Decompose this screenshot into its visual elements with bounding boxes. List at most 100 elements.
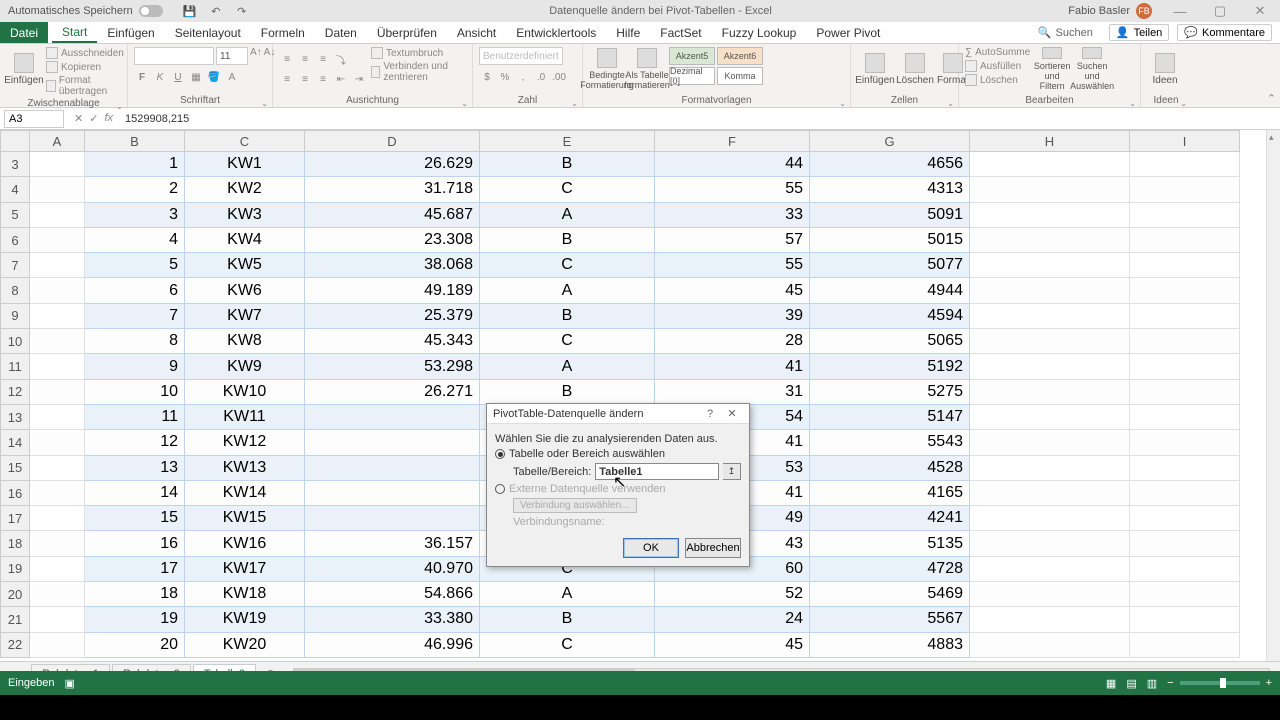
macro-record-icon[interactable]: ▣ (65, 677, 75, 690)
row-header[interactable]: 21 (0, 607, 30, 632)
cell[interactable]: KW14 (185, 481, 305, 506)
cell[interactable]: KW8 (185, 329, 305, 354)
formula-input[interactable]: 1529908,215 (119, 113, 1280, 125)
percent-icon[interactable]: % (497, 69, 513, 85)
cell[interactable] (305, 456, 480, 481)
row-header[interactable]: 18 (0, 531, 30, 556)
number-format-select[interactable]: Benutzerdefiniert (479, 47, 563, 65)
column-header-G[interactable]: G (810, 130, 970, 152)
cell[interactable] (1130, 405, 1240, 430)
cell[interactable]: KW18 (185, 582, 305, 607)
row-header[interactable]: 4 (0, 177, 30, 202)
name-box[interactable]: A3 (4, 110, 64, 128)
ribbon-tab-daten[interactable]: Daten (315, 22, 367, 43)
cell[interactable]: KW4 (185, 228, 305, 253)
cell[interactable]: 44 (655, 152, 810, 177)
ribbon-tab-entwicklertools[interactable]: Entwicklertools (506, 22, 606, 43)
worksheet[interactable]: ABCDEFGHI 31KW126.629B44465642KW231.718C… (0, 130, 1280, 661)
cell[interactable]: 10 (85, 380, 185, 405)
enter-formula-icon[interactable]: ✓ (89, 112, 98, 125)
cell[interactable] (1130, 481, 1240, 506)
ribbon-tab-ansicht[interactable]: Ansicht (447, 22, 506, 43)
cell[interactable] (970, 430, 1130, 455)
cell[interactable]: 5192 (810, 354, 970, 379)
cell[interactable] (30, 405, 85, 430)
ribbon-tab-formeln[interactable]: Formeln (251, 22, 315, 43)
view-normal-icon[interactable]: ▦ (1106, 677, 1116, 690)
cell[interactable]: B (480, 607, 655, 632)
cell[interactable]: 46.996 (305, 633, 480, 658)
cell[interactable]: B (480, 304, 655, 329)
align-bot-icon[interactable]: ≡ (315, 51, 331, 67)
cell[interactable] (30, 152, 85, 177)
fill-button[interactable]: Ausfüllen (965, 60, 1030, 72)
cell[interactable] (30, 506, 85, 531)
column-header-D[interactable]: D (305, 130, 480, 152)
vertical-scrollbar[interactable] (1266, 130, 1280, 661)
align-center-icon[interactable]: ≡ (297, 71, 313, 87)
cell[interactable] (30, 430, 85, 455)
cell[interactable]: 49.189 (305, 278, 480, 303)
cell[interactable]: 26.629 (305, 152, 480, 177)
cell[interactable] (970, 531, 1130, 556)
style-akzent5[interactable]: Akzent5 (669, 47, 715, 65)
row-header[interactable]: 11 (0, 354, 30, 379)
cell[interactable]: 45 (655, 633, 810, 658)
row-header[interactable]: 7 (0, 253, 30, 278)
view-layout-icon[interactable]: ▤ (1126, 677, 1136, 690)
cell[interactable]: 4313 (810, 177, 970, 202)
cell[interactable]: 55 (655, 177, 810, 202)
cell[interactable]: 36.157 (305, 531, 480, 556)
cell[interactable]: 5 (85, 253, 185, 278)
row-header[interactable]: 9 (0, 304, 30, 329)
row-header[interactable]: 5 (0, 203, 30, 228)
cell[interactable] (970, 203, 1130, 228)
cell[interactable]: 31.718 (305, 177, 480, 202)
zoom-out-icon[interactable]: − (1167, 677, 1173, 689)
cell[interactable]: 4883 (810, 633, 970, 658)
cell[interactable] (1130, 253, 1240, 278)
cell[interactable]: 57 (655, 228, 810, 253)
font-color-button[interactable]: A (224, 69, 240, 85)
cell[interactable]: 17 (85, 557, 185, 582)
view-break-icon[interactable]: ▥ (1147, 677, 1157, 690)
cell[interactable]: KW11 (185, 405, 305, 430)
cell[interactable]: 6 (85, 278, 185, 303)
row-header[interactable]: 8 (0, 278, 30, 303)
cell[interactable]: 53.298 (305, 354, 480, 379)
cell[interactable]: 3 (85, 203, 185, 228)
style-akzent6[interactable]: Akzent6 (717, 47, 763, 65)
cell[interactable] (30, 557, 85, 582)
cell[interactable]: KW2 (185, 177, 305, 202)
cell[interactable] (1130, 152, 1240, 177)
font-size-select[interactable]: 11 (216, 47, 248, 65)
cell[interactable]: 5567 (810, 607, 970, 632)
cell[interactable] (970, 329, 1130, 354)
cell[interactable]: A (480, 354, 655, 379)
zoom-in-icon[interactable]: + (1266, 677, 1272, 689)
cell[interactable]: KW16 (185, 531, 305, 556)
cell[interactable]: A (480, 203, 655, 228)
underline-button[interactable]: U (170, 69, 186, 85)
cell[interactable] (970, 481, 1130, 506)
cell[interactable]: 4594 (810, 304, 970, 329)
align-left-icon[interactable]: ≡ (279, 71, 295, 87)
cell[interactable]: KW5 (185, 253, 305, 278)
cell[interactable] (1130, 430, 1240, 455)
style-komma[interactable]: Komma (717, 67, 763, 85)
cell[interactable] (970, 456, 1130, 481)
radio-icon[interactable] (495, 484, 505, 494)
cell[interactable] (1130, 329, 1240, 354)
cell[interactable] (30, 278, 85, 303)
ribbon-tab-power pivot[interactable]: Power Pivot (806, 22, 890, 43)
cell[interactable] (1130, 456, 1240, 481)
cell[interactable]: 26.271 (305, 380, 480, 405)
cell[interactable] (305, 430, 480, 455)
cell[interactable]: 33 (655, 203, 810, 228)
option-external-source[interactable]: Externe Datenquelle verwenden (495, 483, 741, 495)
maximize-button[interactable]: ▢ (1200, 0, 1240, 22)
cell[interactable]: 12 (85, 430, 185, 455)
wrap-text-button[interactable]: Textumbruch (371, 47, 466, 59)
cell[interactable]: 4728 (810, 557, 970, 582)
row-header[interactable]: 6 (0, 228, 30, 253)
